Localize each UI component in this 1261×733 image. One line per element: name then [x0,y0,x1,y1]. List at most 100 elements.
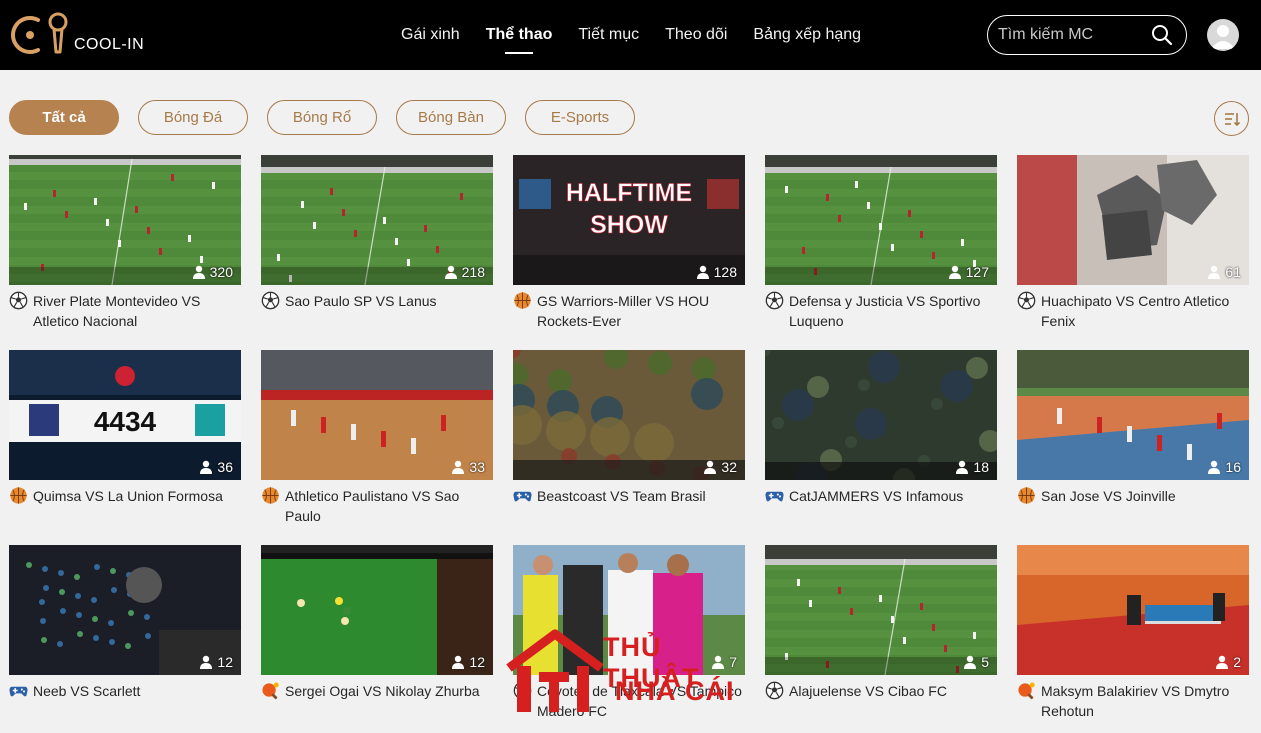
stream-title-row[interactable]: GS Warriors-Miller VS HOU Rockets-Ever [513,291,745,331]
stream-title-row[interactable]: Beastcoast VS Team Brasil [513,486,745,506]
viewer-count: 33 [451,459,485,475]
stream-card[interactable]: 33 Athletico Paulistano VS Sao Paulo [261,350,493,526]
stream-thumbnail[interactable]: 4434 36 [9,350,241,480]
stream-card[interactable]: 7 Coyotes de Tlaxcala VS Tampico Madero … [513,545,745,721]
stream-title-row[interactable]: Sergei Ogai VS Nikolay Zhurba [261,681,493,701]
viewer-count-value: 5 [981,654,989,670]
stream-title[interactable]: Alajuelense VS Cibao FC [789,681,947,701]
viewer-icon [1208,460,1221,474]
viewer-icon [200,460,213,474]
stream-card[interactable]: 127 Defensa y Justicia VS Sportivo Luque… [765,155,997,331]
stream-card[interactable]: 18 CatJAMMERS VS Infamous [765,350,997,506]
stream-title-row[interactable]: River Plate Montevideo VS Atletico Nacio… [9,291,241,331]
stream-card[interactable]: 320 River Plate Montevideo VS Atletico N… [9,155,241,331]
stream-title[interactable]: San Jose VS Joinville [1041,486,1176,506]
stream-card[interactable]: 4434 36 Quimsa VS La Union Formosa [9,350,241,506]
stream-thumbnail[interactable]: 12 [9,545,241,675]
logo[interactable]: COOL-IN [8,12,158,56]
stream-thumbnail[interactable]: 218 [261,155,493,285]
stream-thumbnail[interactable]: 33 [261,350,493,480]
stream-title-row[interactable]: Sao Paulo SP VS Lanus [261,291,493,311]
viewer-count-value: 61 [1225,264,1241,280]
filter-table-tennis[interactable]: Bóng Bàn [396,100,506,135]
stream-title[interactable]: River Plate Montevideo VS Atletico Nacio… [33,291,241,331]
stream-title-row[interactable]: Neeb VS Scarlett [9,681,241,701]
stream-title-row[interactable]: Alajuelense VS Cibao FC [765,681,997,701]
stream-title[interactable]: Huachipato VS Centro Atletico Fenix [1041,291,1249,331]
stream-title[interactable]: Sao Paulo SP VS Lanus [285,291,437,311]
stream-card[interactable]: 16 San Jose VS Joinville [1017,350,1249,506]
stream-card[interactable]: HALFTIME SHOW 128 GS Warriors-Miller VS H… [513,155,745,331]
stream-thumbnail[interactable]: 5 [765,545,997,675]
stream-thumbnail[interactable]: 32 [513,350,745,480]
gamepad-icon [9,681,28,700]
gamepad-icon [513,486,532,505]
halftime-text-1: HALFTIME [566,179,692,207]
stream-title[interactable]: Coyotes de Tlaxcala VS Tampico Madero FC [537,681,745,721]
viewer-icon [696,265,709,279]
user-icon [1211,25,1235,49]
stream-thumbnail[interactable]: 320 [9,155,241,285]
stream-card[interactable]: 218 Sao Paulo SP VS Lanus [261,155,493,311]
search-box [987,15,1187,55]
stream-title[interactable]: Beastcoast VS Team Brasil [537,486,706,506]
stream-thumbnail[interactable]: 7 [513,545,745,675]
stream-card[interactable]: 32 Beastcoast VS Team Brasil [513,350,745,506]
stream-title-row[interactable]: San Jose VS Joinville [1017,486,1249,506]
stream-title-row[interactable]: Athletico Paulistano VS Sao Paulo [261,486,493,526]
stream-card[interactable]: 12 Neeb VS Scarlett [9,545,241,701]
svg-text:4434: 4434 [94,406,157,437]
stream-card[interactable]: 12 Sergei Ogai VS Nikolay Zhurba [261,545,493,701]
stream-thumbnail[interactable]: 2 [1017,545,1249,675]
stream-title[interactable]: Defensa y Justicia VS Sportivo Luqueno [789,291,997,331]
sort-button[interactable] [1214,101,1249,136]
user-avatar[interactable] [1207,19,1239,51]
nav-item-the-thao[interactable]: Thể thao [486,26,553,44]
viewer-count: 5 [963,654,989,670]
stream-card[interactable]: 5 Alajuelense VS Cibao FC [765,545,997,701]
stream-title[interactable]: Maksym Balakiriev VS Dmytro Rehotun [1041,681,1249,721]
nav-item-bang-xep-hang[interactable]: Bảng xếp hạng [753,26,861,44]
stream-title[interactable]: Sergei Ogai VS Nikolay Zhurba [285,681,480,701]
search-input[interactable] [998,24,1148,46]
viewer-count-value: 127 [965,264,989,280]
gamepad-icon [765,486,784,505]
stream-title-row[interactable]: Maksym Balakiriev VS Dmytro Rehotun [1017,681,1249,721]
stream-title-row[interactable]: Coyotes de Tlaxcala VS Tampico Madero FC [513,681,745,721]
stream-title[interactable]: Quimsa VS La Union Formosa [33,486,223,506]
filter-esports[interactable]: E-Sports [525,100,635,135]
soccer-icon [513,681,532,700]
viewer-count-value: 16 [1225,459,1241,475]
svg-text:SHOW: SHOW [590,211,668,239]
stream-thumbnail[interactable]: HALFTIME SHOW 128 [513,155,745,285]
stream-title-row[interactable]: Defensa y Justicia VS Sportivo Luqueno [765,291,997,331]
stream-title[interactable]: Athletico Paulistano VS Sao Paulo [285,486,493,526]
viewer-count: 320 [192,264,233,280]
viewer-count: 218 [444,264,485,280]
filter-all[interactable]: Tất cả [9,100,119,135]
filter-football[interactable]: Bóng Đá [138,100,248,135]
stream-title-row[interactable]: Quimsa VS La Union Formosa [9,486,241,506]
stream-thumbnail[interactable]: 127 [765,155,997,285]
viewer-icon [192,265,205,279]
stream-title[interactable]: GS Warriors-Miller VS HOU Rockets-Ever [537,291,745,331]
viewer-count-value: 12 [469,654,485,670]
logo-text: COOL-IN [74,36,145,53]
search-icon[interactable] [1150,23,1174,47]
nav-item-gai-xinh[interactable]: Gái xinh [401,26,460,44]
stream-card[interactable]: 2 Maksym Balakiriev VS Dmytro Rehotun [1017,545,1249,721]
stream-card[interactable]: 61 Huachipato VS Centro Atletico Fenix [1017,155,1249,331]
pingpong-icon [1017,681,1036,700]
stream-title[interactable]: Neeb VS Scarlett [33,681,140,701]
sport-filter-bar: Tất cả Bóng Đá Bóng Rổ Bóng Bàn E-Sports [9,100,654,135]
stream-title-row[interactable]: CatJAMMERS VS Infamous [765,486,997,506]
stream-thumbnail[interactable]: 16 [1017,350,1249,480]
filter-basketball[interactable]: Bóng Rổ [267,100,377,135]
stream-thumbnail[interactable]: 12 [261,545,493,675]
nav-item-theo-doi[interactable]: Theo dõi [665,26,727,44]
stream-title[interactable]: CatJAMMERS VS Infamous [789,486,963,506]
stream-thumbnail[interactable]: 61 [1017,155,1249,285]
stream-title-row[interactable]: Huachipato VS Centro Atletico Fenix [1017,291,1249,331]
stream-thumbnail[interactable]: 18 [765,350,997,480]
nav-item-tiet-muc[interactable]: Tiết mục [578,26,639,44]
